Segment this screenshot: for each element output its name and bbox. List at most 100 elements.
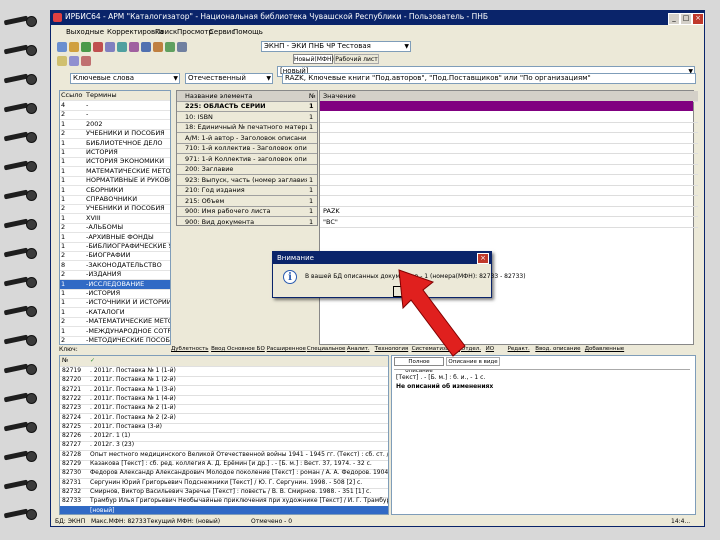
value-row[interactable]: PAZK	[320, 206, 698, 217]
value-row[interactable]	[320, 133, 698, 144]
status-time: 14:4...	[671, 518, 691, 525]
term-text: -АЛЬБОМЫ	[86, 223, 124, 232]
editor-tab[interactable]: Дублетность	[171, 346, 208, 352]
binder-ring	[3, 304, 37, 318]
field-row[interactable]: 200: Заглавие	[177, 164, 317, 175]
value-row[interactable]	[320, 185, 698, 196]
settings-icon[interactable]	[177, 42, 187, 52]
search-icon[interactable]	[129, 42, 139, 52]
field-row[interactable]: 923: Выпуск, часть (номер заглавия) 1	[177, 175, 317, 186]
search-field-select[interactable]: Отечественный	[185, 73, 273, 84]
editor-tab[interactable]: ИО	[486, 346, 494, 352]
field-row[interactable]: 210: Год издания 1	[177, 185, 317, 196]
book-icon[interactable]	[153, 42, 163, 52]
tab-worksheet[interactable]: Рабочий лист	[334, 54, 379, 64]
value-row[interactable]	[320, 175, 698, 186]
db-icon[interactable]	[57, 42, 67, 52]
field-row[interactable]: 225: ОБЛАСТЬ СЕРИИ 1	[177, 101, 317, 112]
editor-tab[interactable]: Специальное	[307, 346, 346, 352]
term-text: -МЕЖДУНАРОДНОЕ СОТРУ	[86, 326, 170, 335]
editor-tab[interactable]: Добавленные	[585, 346, 624, 352]
status-max-mfn: Макс.МФН: 82733	[91, 518, 147, 525]
field-row[interactable]: 10: ISBN 1	[177, 112, 317, 123]
term-text: СБОРНИКИ	[86, 185, 124, 194]
value-row[interactable]	[320, 112, 698, 123]
field-name: 18: Единичный № печатного материала	[185, 123, 307, 131]
term-count: 2	[61, 223, 66, 232]
value-row[interactable]	[320, 143, 698, 154]
field-row[interactable]: 971: 1-й Коллектив - заголовок описания	[177, 154, 317, 165]
field-row[interactable]: 18: Единичный № печатного материала1	[177, 122, 317, 133]
print-icon[interactable]	[81, 42, 91, 52]
delete-icon[interactable]	[93, 42, 103, 52]
menu-item-help[interactable]: Помощь	[233, 28, 263, 36]
field-row[interactable]: 900: Имя рабочего листа 1	[177, 206, 317, 217]
globe-icon[interactable]	[141, 42, 151, 52]
record-row[interactable]: [новый]	[60, 505, 388, 514]
editor-tab[interactable]: Ввод. описание	[535, 346, 580, 352]
title-bar: ИРБИС64 - АРМ "Каталогизатор" - Национал…	[51, 11, 704, 25]
field-repeat: 1	[309, 102, 314, 110]
field-row[interactable]: 215: Объем 1	[177, 196, 317, 207]
binder-rings	[0, 0, 37, 540]
status-db: БД: ЭКНП	[55, 518, 86, 525]
term-text: -	[86, 110, 89, 119]
copy-icon[interactable]	[105, 42, 115, 52]
close-icon[interactable]: ×	[692, 13, 704, 25]
value-row[interactable]	[320, 196, 698, 207]
value-row[interactable]	[320, 164, 698, 175]
binder-ring	[3, 101, 37, 115]
editor-tab[interactable]: Редакт.	[508, 346, 530, 352]
fields-grid[interactable]: Название элемента № 225: ОБЛАСТЬ СЕРИИ 1 1…	[176, 90, 318, 226]
tab-new-record[interactable]: Новый(МФН)	[293, 54, 334, 64]
field-repeat: 1	[309, 112, 314, 121]
filter-icon[interactable]	[69, 56, 79, 66]
description-line-1: [Текст] . - [Б. м.] : б. и., - 1 с.	[396, 374, 486, 381]
search-mode-select[interactable]: Ключевые слова	[70, 73, 180, 84]
term-text: СПРАВОЧНИКИ	[86, 195, 138, 203]
term-row[interactable]: 2 -МЕТОДИЧЕСКИЕ ПОСОБИЯ	[60, 336, 170, 344]
menu-item-view[interactable]: Просмотр	[177, 28, 213, 36]
term-count: 1	[61, 279, 66, 288]
description-line-2: Не описаний об изменениях	[396, 383, 494, 390]
values-panel[interactable]: Значение PAZK "BC"	[319, 90, 698, 345]
minimize-icon[interactable]: _	[668, 13, 680, 25]
editor-tab[interactable]: Расширенное	[267, 346, 306, 352]
maximize-icon[interactable]: □	[680, 13, 692, 25]
binder-ring	[3, 333, 37, 347]
field-row[interactable]: А/М: 1-й автор - Заголовок описания	[177, 133, 317, 144]
record-text: [новый]	[90, 506, 115, 514]
stop-icon[interactable]	[81, 56, 91, 66]
value-row[interactable]	[320, 122, 698, 133]
field-name: 225: ОБЛАСТЬ СЕРИИ	[185, 102, 266, 110]
terms-list[interactable]: Ссылок Термины 4 - 2 - 1 2002 2 УЧЕБНИКИ И ПОСО…	[59, 90, 171, 345]
paste-icon[interactable]	[117, 42, 127, 52]
dialog-close-icon[interactable]: ×	[477, 253, 489, 264]
field-row[interactable]: 710: 1-й коллектив - Заголовок описания	[177, 143, 317, 154]
field-repeat: 1	[309, 196, 314, 205]
binder-ring	[3, 14, 37, 28]
records-grid[interactable]: № ✓ 82719. 2011г. Поставка № 1 (1-й) 8272…	[59, 355, 389, 515]
menu-item-service[interactable]: Сервис	[209, 28, 235, 36]
editor-tab[interactable]: Ввод Основное БО	[211, 346, 265, 352]
term-text: -МЕТОДИЧЕСКИЕ ПОСОБИЯ	[86, 336, 170, 344]
field-row[interactable]: 900: Вид документа 1	[177, 217, 317, 226]
menu-item-output[interactable]: Выходные	[66, 28, 104, 36]
binder-ring	[3, 246, 37, 260]
binder-ring	[3, 130, 37, 144]
menu-item-search[interactable]: Поиск	[155, 28, 177, 36]
binder-ring	[3, 217, 37, 231]
editor-tab[interactable]: Аналит.	[347, 346, 370, 352]
folder-icon[interactable]	[57, 56, 67, 66]
open-icon[interactable]	[69, 42, 79, 52]
value-row[interactable]: "BC"	[320, 217, 698, 228]
term-count: 1	[61, 138, 66, 147]
binder-ring	[3, 507, 37, 521]
value-row[interactable]	[320, 154, 698, 165]
query-field[interactable]: RAZK, Ключевые книги "Под.авторов", "Под…	[282, 73, 696, 84]
binder-ring	[3, 188, 37, 202]
selected-value-row[interactable]	[320, 101, 693, 111]
db-selector[interactable]: ЭКНП - ЭКИ ПНБ ЧР Тестовая	[261, 41, 411, 52]
arrow-icon[interactable]	[165, 42, 175, 52]
term-count: 1	[61, 195, 66, 203]
